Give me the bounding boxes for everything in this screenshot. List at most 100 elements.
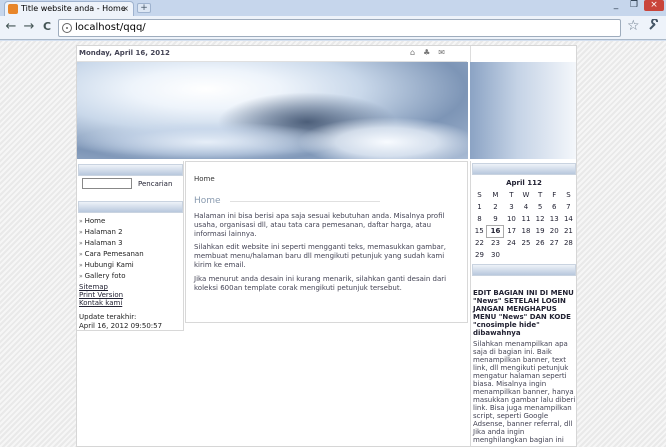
url-text: localhost/qqq/ — [75, 22, 146, 33]
update-value: April 16, 2012 09:50:57 — [79, 322, 163, 330]
calendar-day: 6 — [552, 203, 557, 211]
date-bar: Monday, April 16, 2012 — [77, 46, 467, 62]
sitemap-icon[interactable]: ♣ — [423, 48, 438, 57]
globe-icon — [62, 23, 72, 33]
calendar-day: 15 — [474, 227, 484, 235]
weekday: W — [522, 191, 530, 199]
tab-close-button[interactable]: × — [122, 2, 129, 15]
print-version-link[interactable]: Print Version — [79, 291, 123, 299]
bookmark-star-icon[interactable]: ☆ — [627, 18, 640, 34]
calendar-day — [519, 249, 533, 261]
menu-item-hubungi-kami[interactable]: Hubungi Kami — [79, 260, 183, 271]
calendar-week: 29 30 — [472, 249, 576, 261]
menu-header-bar — [78, 201, 183, 213]
calendar-day: 24 — [506, 239, 516, 247]
calendar-day: 8 — [477, 215, 482, 223]
weekday: S — [566, 191, 571, 199]
back-button[interactable]: ← — [4, 20, 18, 34]
weekday: T — [537, 191, 543, 199]
wrench-icon[interactable] — [648, 18, 660, 34]
contact-link[interactable]: Kontak kami — [79, 299, 122, 307]
calendar-day: 13 — [549, 215, 559, 223]
calendar-day: 26 — [535, 239, 545, 247]
calendar-day: 30 — [490, 251, 500, 259]
home-icon[interactable]: ⌂ — [410, 48, 423, 57]
weekday: S — [477, 191, 482, 199]
update-label: Update terakhir: — [79, 313, 137, 321]
calendar-day: 20 — [549, 227, 559, 235]
calendar-day: 18 — [521, 227, 531, 235]
calendar-day-today: 16 — [486, 224, 505, 238]
title-divider — [230, 201, 380, 202]
calendar-day — [533, 249, 547, 261]
top-right-box — [470, 46, 576, 62]
calendar-week: 15 16 17 18 19 20 21 — [472, 224, 576, 238]
calendar-day: 14 — [563, 215, 573, 223]
calendar-day: 3 — [509, 203, 514, 211]
main-menu: Home Halaman 2 Halaman 3 Cara Pemesanan … — [79, 216, 183, 282]
main-content — [185, 161, 468, 323]
calendar-weekdays: S M T W T F S — [472, 189, 576, 201]
content-paragraph-1: Halaman ini bisa berisi apa saja sesuai … — [194, 212, 445, 238]
calendar-week: 8 9 10 11 12 13 14 — [472, 213, 576, 225]
menu-item-cara-pemesanan[interactable]: Cara Pemesanan — [79, 249, 183, 260]
menu-item-home[interactable]: Home — [79, 216, 183, 227]
calendar-day: 1 — [477, 203, 482, 211]
calendar-grid: S M T W T F S 1 2 3 4 5 6 7 8 9 10 11 12… — [472, 189, 576, 261]
calendar-day: 21 — [563, 227, 573, 235]
browser-tab[interactable]: Title website anda - Home × — [4, 1, 134, 16]
news-title: EDIT BAGIAN INI DI MENU "News" SETELAH L… — [473, 289, 574, 337]
calendar-day: 5 — [537, 203, 543, 211]
search-input[interactable] — [82, 178, 132, 189]
close-window-button[interactable]: × — [644, 0, 664, 11]
search-button[interactable]: Pencarian — [138, 180, 172, 188]
calendar-day: 17 — [507, 227, 517, 235]
reload-button[interactable]: C — [40, 20, 54, 34]
calendar-day — [504, 249, 519, 261]
calendar-week: 1 2 3 4 5 6 7 — [472, 201, 576, 213]
tab-title: Title website anda - Home — [21, 4, 126, 13]
top-icons: ⌂♣✉ — [410, 48, 453, 57]
minimize-button[interactable]: _ — [608, 0, 624, 11]
new-tab-button[interactable]: + — [137, 3, 151, 13]
calendar-day: 7 — [566, 203, 571, 211]
menu-item-gallery-foto[interactable]: Gallery foto — [79, 271, 183, 282]
calendar-day: 4 — [523, 203, 529, 211]
mail-icon[interactable]: ✉ — [438, 48, 453, 57]
news-text: Silahkan menampilkan apa saja di bagian … — [473, 340, 576, 444]
favicon-icon — [8, 4, 18, 14]
restore-button[interactable]: ❐ — [626, 0, 642, 11]
address-bar[interactable]: localhost/qqq/ — [58, 19, 621, 37]
calendar: April 112 S M T W T F S 1 2 3 4 5 6 7 8 … — [472, 179, 576, 261]
calendar-header-bar — [472, 163, 576, 175]
calendar-day: 9 — [493, 214, 498, 223]
menu-item-halaman-3[interactable]: Halaman 3 — [79, 238, 183, 249]
calendar-day: 29 — [475, 251, 484, 259]
menu-item-halaman-2[interactable]: Halaman 2 — [79, 227, 183, 238]
page-title: Home — [194, 196, 221, 206]
calendar-day — [561, 249, 575, 261]
calendar-day: 22 — [475, 239, 484, 247]
sidebar-header-bar — [78, 164, 183, 176]
content-paragraph-2: Silahkan edit website ini seperti mengga… — [194, 243, 446, 269]
calendar-day: 10 — [506, 215, 516, 223]
calendar-day — [547, 249, 561, 261]
calendar-day: 11 — [521, 215, 531, 223]
calendar-day: 2 — [493, 203, 498, 211]
last-update: Update terakhir: April 16, 2012 09:50:57 — [79, 313, 162, 331]
breadcrumb[interactable]: Home — [194, 175, 215, 183]
calendar-day: 12 — [535, 215, 545, 223]
calendar-day: 23 — [490, 239, 500, 248]
calendar-title: April 112 — [506, 179, 542, 187]
sitemap-link[interactable]: Sitemap — [79, 283, 108, 291]
calendar-day: 28 — [563, 239, 573, 247]
weekday: M — [492, 191, 499, 199]
calendar-day: 27 — [549, 239, 559, 247]
news-header-bar — [472, 264, 576, 276]
weekday: T — [509, 191, 514, 199]
calendar-week: 22 23 24 25 26 27 28 — [472, 237, 576, 249]
header-banner-image — [77, 62, 468, 159]
forward-button[interactable]: → — [22, 20, 36, 34]
weekday: F — [552, 191, 557, 199]
calendar-day: 19 — [535, 227, 545, 235]
